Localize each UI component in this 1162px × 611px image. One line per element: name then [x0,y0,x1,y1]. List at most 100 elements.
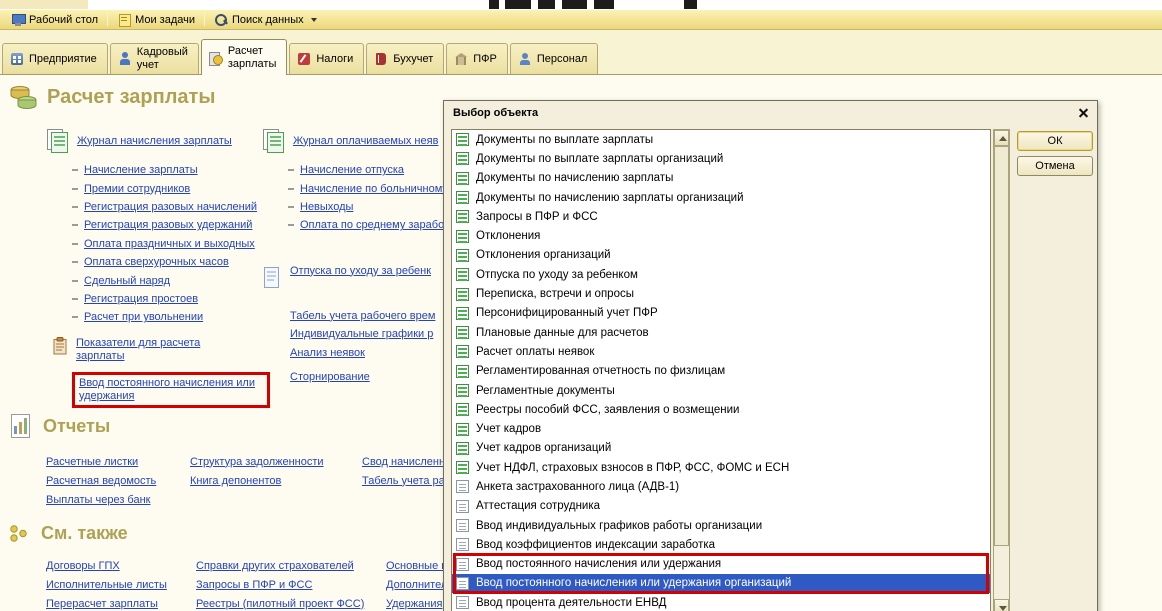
object-list-item[interactable]: Документы по начислению зарплаты организ… [452,188,990,207]
section-tab[interactable]: Налоги [289,43,365,74]
nav-link[interactable]: Сдельный наряд [84,275,170,287]
object-list-item[interactable]: Переписка, встречи и опросы [452,284,990,303]
object-list-item[interactable]: Документы по начислению зарплаты [452,169,990,188]
nav-link[interactable]: Оплата сверхурочных часов [84,256,229,268]
object-list-item[interactable]: Документы по выплате зарплаты организаци… [452,149,990,168]
see-also-link[interactable]: Исполнительные листы [46,579,167,591]
object-list-item[interactable]: Ввод постоянного начисления или удержани… [452,555,990,574]
nav-link[interactable]: Регистрация разовых начислений [84,201,257,213]
nav-link[interactable]: Премии сотрудников [84,183,190,195]
object-list-item[interactable]: Реестры пособий ФСС, заявления о возмеще… [452,400,990,419]
tab-icon [118,52,132,66]
see-also-link[interactable]: Запросы в ПФР и ФСС [196,579,312,591]
group-link[interactable]: Журнал начисления зарплаты [77,135,232,147]
nav-link[interactable]: Регистрация разовых удержаний [84,219,252,231]
nav-link[interactable]: Оплата праздничных и выходных [84,238,255,250]
scrollbar-thumb[interactable] [994,146,1009,546]
nav-link[interactable]: Анализ неявок [290,347,365,359]
object-list-item[interactable]: Учет кадров организаций [452,439,990,458]
nav-link[interactable]: Регистрация простоев [84,293,198,305]
object-list-item[interactable]: Плановые данные для расчетов [452,323,990,342]
object-list-item[interactable]: Ввод постоянного начисления или удержани… [452,573,990,594]
object-type-icon [456,326,469,340]
dash-marker-icon [72,297,78,300]
nav-sublinks: Начисление отпуска Начисление по больнич… [288,161,452,235]
see-also-link[interactable]: Перерасчет зарплаты [46,598,158,610]
object-list-item[interactable]: Ввод коэффициентов индексации заработка [452,535,990,554]
group-header: Журнал оплачиваемых неяв [262,127,452,154]
nav-link[interactable]: Начисление по больничному [300,183,448,195]
object-list-item[interactable]: Отклонения организаций [452,246,990,265]
nav-link[interactable]: Начисление отпуска [300,164,404,176]
section-tab[interactable]: ПФР [446,43,508,74]
object-type-icon [456,152,469,166]
object-list-item[interactable]: Учет кадров [452,419,990,438]
object-list-item[interactable]: Отклонения [452,226,990,245]
nav-link[interactable]: Невыходы [300,201,353,213]
nav-sublink-item: Начисление отпуска [288,161,452,179]
absences-journal-column: Журнал оплачиваемых неяв Начисление отпу… [262,127,452,383]
report-link[interactable]: Структура задолженности [190,456,324,468]
object-list-item[interactable]: Регламентные документы [452,381,990,400]
see-also-link[interactable]: Удержания [386,598,442,610]
object-list-item[interactable]: Персонифицированный учет ПФР [452,304,990,323]
tab-icon [10,52,24,66]
section-tab[interactable]: Расчет зарплаты [200,39,288,75]
childcare-leave-link[interactable]: Отпуска по уходу за ребенк [290,265,431,277]
reports-col-2: Структура задолженности Книга депонентов [190,452,324,490]
object-list-item[interactable]: Запросы в ПФР и ФСС [452,207,990,226]
toolbar-item-my-tasks[interactable]: Мои задачи [112,12,200,27]
section-tab[interactable]: Персонал [509,43,599,74]
object-list-item[interactable]: Аттестация сотрудника [452,497,990,516]
list-scrollbar[interactable] [993,129,1010,611]
object-type-icon [456,441,469,455]
nav-sublinks: Начисление зарплаты Премии сотрудников Р… [72,161,264,327]
toolbar-item-data-search[interactable]: Поиск данных [209,12,322,27]
object-list-item[interactable]: Регламентированная отчетность по физлица… [452,362,990,381]
report-link-item: Расчетные листки [46,452,156,471]
see-also-link[interactable]: Справки других страхователей [196,560,354,572]
document-icon [264,266,279,288]
object-list-item[interactable]: Ввод процента деятельности ЕНВД [452,593,990,611]
nav-sublink-item: Регистрация простоев [72,290,264,308]
toolbar-item-desktop[interactable]: Рабочий стол [6,12,103,27]
permanent-accrual-link[interactable]: Ввод постоянного начисления или удержани… [79,377,261,403]
report-link[interactable]: Выплаты через банк [46,494,151,506]
see-also-link[interactable]: Реестры (пилотный проект ФСС) [196,598,364,610]
see-also-link[interactable]: Договоры ГПХ [46,560,120,572]
nav-link[interactable]: Табель учета рабочего врем [290,310,435,322]
scroll-up-icon[interactable] [994,130,1009,146]
object-list-item[interactable]: Расчет оплаты неявок [452,342,990,361]
nav-link[interactable]: Расчет при увольнении [84,311,203,323]
group-link[interactable]: Журнал оплачиваемых неяв [293,135,438,147]
report-link[interactable]: Книга депонентов [190,475,281,487]
section-header: Отчеты [8,412,110,440]
object-list-item[interactable]: Учет НДФЛ, страховых взносов в ПФР, ФСС,… [452,458,990,477]
payroll-journal-column: Журнал начисления зарплаты Начисление за… [46,127,270,408]
indicators-link[interactable]: Показатели для расчета зарплаты [76,337,226,363]
close-icon[interactable] [1076,106,1091,120]
nav-link[interactable]: Индивидуальные графики р [290,328,433,340]
report-link[interactable]: Расчетные листки [46,456,138,468]
section-tab[interactable]: Кадровый учет [109,43,199,74]
page-header: Расчет зарплаты [8,84,215,110]
section-tab[interactable]: Предприятие [2,43,108,74]
dash-marker-icon [288,205,294,208]
ok-button[interactable]: ОК [1017,131,1093,151]
storno-link[interactable]: Сторнирование [290,371,370,383]
section-tab[interactable]: Бухучет [366,43,445,74]
scroll-down-icon[interactable] [994,599,1009,611]
object-list-item[interactable]: Документы по выплате зарплаты [452,130,990,149]
report-link[interactable]: Табель учета раб [362,475,451,487]
nav-link[interactable]: Оплата по среднему зарабо [300,219,444,231]
object-list-item[interactable]: Анкета застрахованного лица (АДВ-1) [452,477,990,496]
see-also-link-item: Исполнительные листы [46,575,167,594]
cancel-button[interactable]: Отмена [1017,156,1093,176]
report-link[interactable]: Расчетная ведомость [46,475,156,487]
object-type-icon [456,133,469,147]
nav-link[interactable]: Начисление зарплаты [84,164,198,176]
tab-label: Расчет зарплаты [227,44,277,70]
object-list-item[interactable]: Ввод индивидуальных графиков работы орга… [452,516,990,535]
see-also-link-item: Запросы в ПФР и ФСС [196,575,364,594]
object-list-item[interactable]: Отпуска по уходу за ребенком [452,265,990,284]
